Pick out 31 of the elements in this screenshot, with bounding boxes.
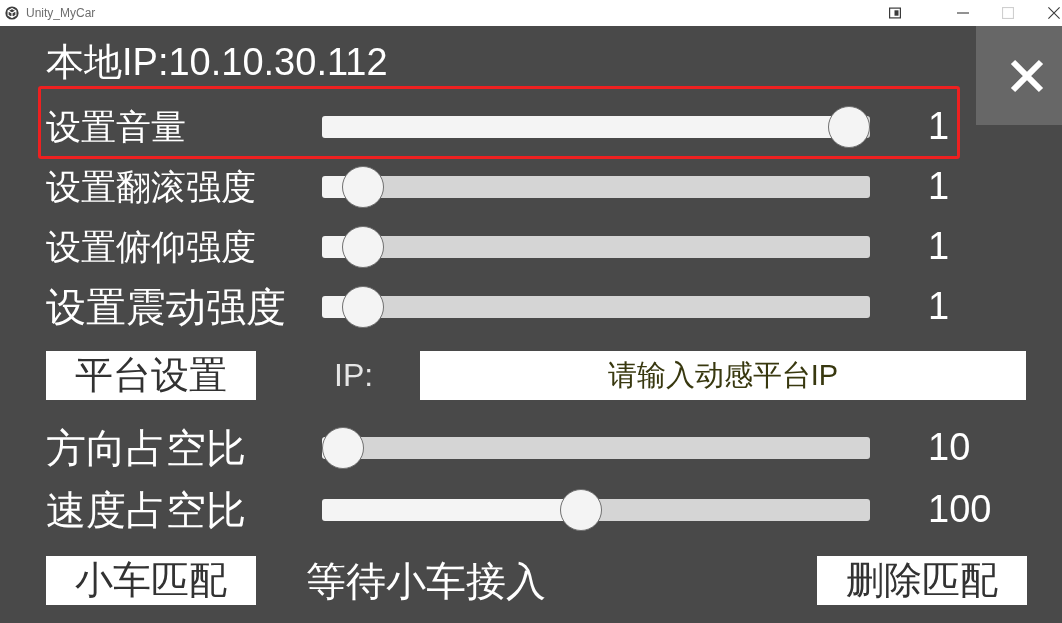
slider-thumb[interactable] bbox=[342, 226, 384, 268]
window-title: Unity_MyCar bbox=[26, 6, 96, 20]
delete-pairing-button[interactable]: 删除匹配 bbox=[817, 556, 1027, 605]
slider-thumb[interactable] bbox=[828, 106, 870, 148]
slider-label: 设置震动强度 bbox=[46, 284, 287, 331]
platform-settings-button[interactable]: 平台设置 bbox=[46, 351, 256, 400]
window-layout-icon[interactable] bbox=[889, 7, 901, 19]
slider-value: 100 bbox=[928, 489, 992, 531]
slider-value: 1 bbox=[928, 166, 950, 208]
slider-thumb[interactable] bbox=[342, 286, 384, 328]
close-icon bbox=[1010, 58, 1044, 93]
pair-car-button[interactable]: 小车匹配 bbox=[46, 556, 256, 605]
slider-value: 10 bbox=[928, 427, 971, 469]
slider-value: 1 bbox=[928, 226, 950, 268]
slider-value: 1 bbox=[928, 106, 950, 148]
ip-input-field[interactable]: 请输入动感平台IP bbox=[420, 351, 1026, 400]
close-icon[interactable] bbox=[1048, 7, 1060, 19]
slider-label: 设置音量 bbox=[46, 106, 187, 148]
slider-thumb[interactable] bbox=[342, 166, 384, 208]
slider-label: 设置俯仰强度 bbox=[46, 226, 257, 268]
slider-label: 设置翻滚强度 bbox=[46, 166, 257, 208]
ip-label: IP: bbox=[334, 357, 374, 394]
cube-logo-icon bbox=[5, 6, 19, 20]
slider-label: 方向占空比 bbox=[46, 425, 247, 472]
close-button[interactable] bbox=[976, 26, 1062, 125]
slider-value: 1 bbox=[928, 286, 950, 328]
slider-label: 速度占空比 bbox=[46, 487, 247, 534]
slider-thumb[interactable] bbox=[560, 489, 602, 531]
status-text: 等待小车接入 bbox=[306, 557, 546, 605]
local-ip-text: 本地IP:10.10.30.112 bbox=[46, 40, 388, 84]
slider-thumb[interactable] bbox=[322, 427, 364, 469]
